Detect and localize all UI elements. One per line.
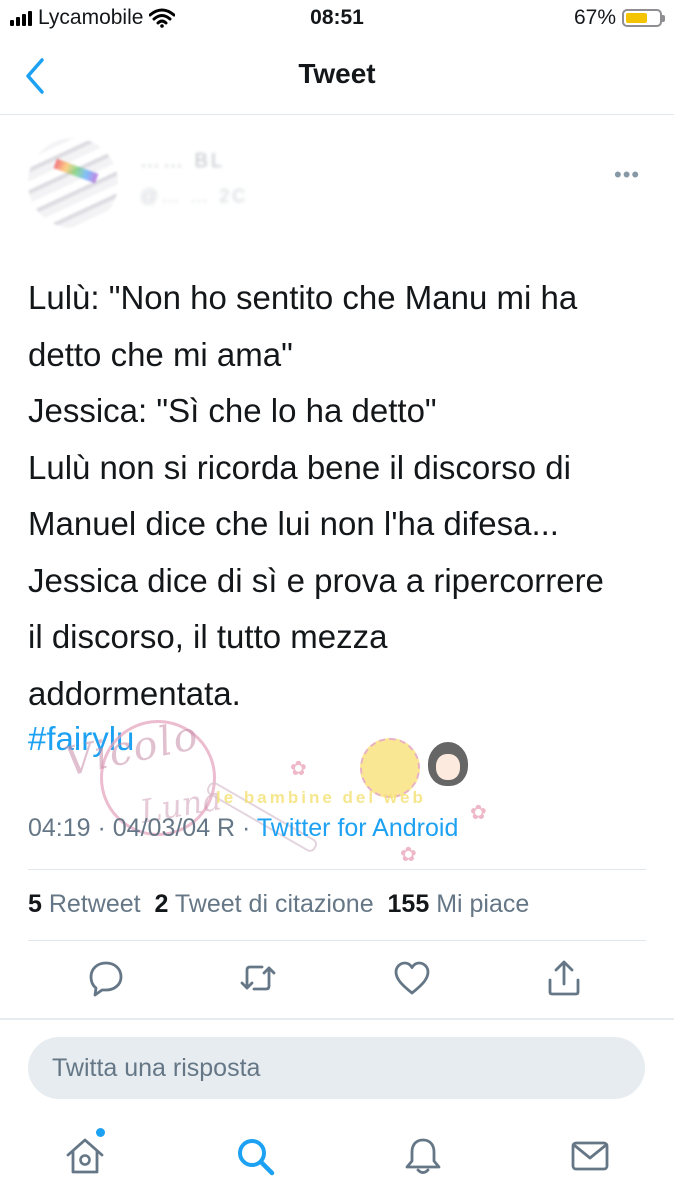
page-title: Tweet: [298, 58, 376, 89]
notification-dot: [96, 1128, 105, 1137]
search-icon[interactable]: [234, 1135, 276, 1177]
tweet-source-link[interactable]: Twitter for Android: [257, 814, 458, 842]
tweet-line: Jessica dice di sì e prova a ripercorrer…: [28, 561, 604, 599]
paw-icon: ✿: [290, 758, 307, 780]
tweet-date: 04/03/04 R: [112, 814, 236, 842]
home-icon[interactable]: [64, 1135, 106, 1177]
paw-icon: ✿: [470, 802, 487, 824]
tweet-line: detto che mi ama": [28, 335, 293, 373]
divider: [28, 869, 646, 870]
tweet-text: Lulù: "Non ho sentito che Manu mi ha det…: [28, 270, 653, 722]
like-icon[interactable]: [392, 958, 432, 998]
messages-icon[interactable]: [569, 1135, 611, 1177]
section-separator: [0, 1018, 674, 1020]
battery-level: [626, 13, 648, 23]
author-handle: @… … 2C: [140, 186, 249, 206]
watermark-girl-dark: [428, 742, 468, 786]
tweet-line: Lulù non si ricorda bene il discorso di: [28, 448, 571, 486]
quotes-stat[interactable]: 2 Tweet di citazione: [154, 890, 373, 918]
watermark-banner: le bambine del web: [216, 788, 426, 807]
tweet-line: Manuel dice che lui non l'ha difesa...: [28, 505, 559, 542]
tweet-line: addormentata.: [28, 674, 241, 712]
tweet-time: 04:19: [28, 814, 91, 842]
tweet-line: il discorso, il tutto mezza: [28, 618, 388, 655]
clock-time: 08:51: [310, 6, 364, 29]
meta-separator: ·: [90, 814, 113, 842]
tweet-line: Jessica: "Sì che lo ha detto": [28, 392, 437, 429]
more-horizontal-icon[interactable]: •••: [614, 162, 640, 188]
share-icon[interactable]: [544, 958, 584, 998]
status-bar: Lycamobile 08:51 67%: [0, 0, 674, 38]
nav-bar: Tweet: [0, 38, 674, 115]
likes-stat[interactable]: 155 Mi piace: [388, 890, 530, 918]
reply-input[interactable]: Twitta una risposta: [28, 1037, 645, 1099]
tweet-line: Lulù: "Non ho sentito che Manu mi ha: [28, 279, 578, 316]
battery-percent: 67%: [573, 6, 616, 29]
tweet-author[interactable]: …… BL @… … 2C •••: [28, 138, 639, 238]
retweet-icon[interactable]: [238, 958, 278, 998]
author-name[interactable]: …… BL: [140, 150, 390, 172]
tweet-meta: 04:19 · 04/03/04 R · Twitter for Android: [28, 814, 458, 843]
tweet-actions: [28, 940, 646, 1020]
tweet-stats: 5 Retweet 2 Tweet di citazione 155 Mi pi…: [28, 890, 529, 919]
avatar[interactable]: [28, 138, 118, 228]
battery-icon: [622, 9, 665, 27]
retweets-stat[interactable]: 5 Retweet: [28, 890, 141, 918]
meta-separator: ·: [235, 814, 257, 842]
reply-icon[interactable]: [86, 958, 126, 998]
notifications-icon[interactable]: [402, 1135, 444, 1177]
paw-icon: ✿: [400, 844, 417, 866]
status-right: 67%: [573, 6, 665, 30]
